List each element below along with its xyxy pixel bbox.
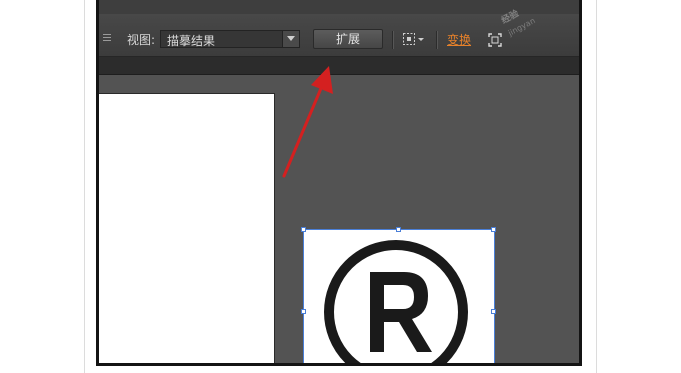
annotation-arrow <box>282 66 333 178</box>
